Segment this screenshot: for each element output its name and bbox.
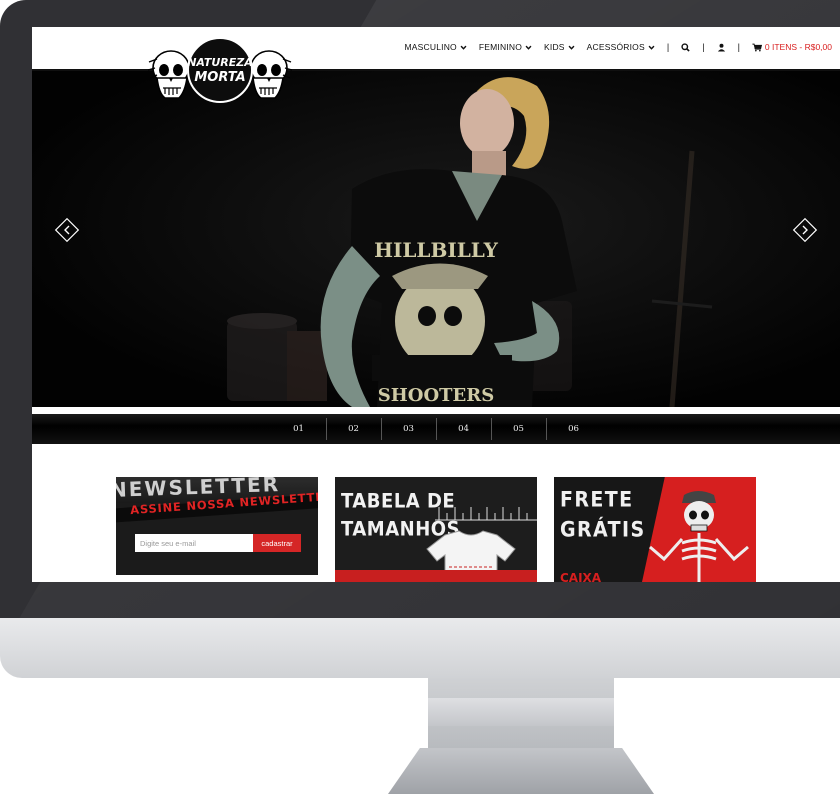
subscribe-button[interactable]: cadastrar bbox=[253, 534, 301, 552]
monitor-stand-foot bbox=[388, 748, 654, 794]
nav-label: KIDS bbox=[544, 42, 565, 52]
skeleton-icon bbox=[649, 491, 749, 582]
website-screen: MASCULINO FEMININO KIDS ACESSÓRIOS | | |… bbox=[32, 27, 840, 582]
logo-text-line1: NATUREZA bbox=[187, 56, 253, 69]
cart-summary: 0 ITENS - R$0,00 bbox=[764, 42, 832, 52]
main-nav: MASCULINO FEMININO KIDS ACESSÓRIOS | | |… bbox=[405, 27, 832, 67]
nav-divider: | bbox=[666, 42, 670, 52]
slider-prev-arrow-icon[interactable] bbox=[54, 217, 80, 243]
user-icon[interactable] bbox=[717, 43, 726, 52]
size-chart-banner[interactable]: TABELA DE TAMANHOS bbox=[335, 477, 537, 582]
nav-label: ACESSÓRIOS bbox=[586, 42, 645, 52]
nav-label: FEMININO bbox=[478, 42, 523, 52]
skull-right-icon bbox=[250, 50, 293, 99]
search-icon[interactable] bbox=[681, 42, 690, 52]
slider-page-4[interactable]: 04 bbox=[437, 418, 492, 440]
slider-next-arrow-icon[interactable] bbox=[792, 217, 818, 243]
nav-label: MASCULINO bbox=[404, 42, 457, 52]
slider-page-2[interactable]: 02 bbox=[327, 418, 382, 440]
chevron-down-icon bbox=[568, 45, 575, 50]
skull-left-icon bbox=[147, 50, 190, 99]
slider-pagination: 01 02 03 04 05 06 bbox=[32, 414, 840, 444]
cart-icon bbox=[752, 43, 762, 51]
chevron-down-icon bbox=[525, 45, 532, 50]
brand-logo[interactable]: NATUREZA MORTA bbox=[145, 32, 295, 110]
newsletter-banner: NEWSLETTER ASSINE NOSSA NEWSLETTER cadas… bbox=[116, 477, 318, 575]
slider-page-6[interactable]: 06 bbox=[547, 418, 601, 440]
nav-item-kids[interactable]: KIDS bbox=[544, 42, 575, 52]
free-shipping-subtext: CAIXA bbox=[560, 571, 602, 582]
hero-divider bbox=[32, 407, 840, 413]
shirt-graphic-text-top: HILLBILLY bbox=[374, 238, 498, 262]
slider-page-3[interactable]: 03 bbox=[382, 418, 437, 440]
slider-page-1[interactable]: 01 bbox=[272, 418, 327, 440]
newsletter-form: cadastrar bbox=[135, 534, 301, 552]
cart-link[interactable]: 0 ITENS - R$0,00 bbox=[752, 42, 832, 52]
slider-page-5[interactable]: 05 bbox=[492, 418, 547, 440]
ruler-icon bbox=[435, 507, 537, 521]
free-shipping-line2: GRÁTIS bbox=[560, 517, 646, 543]
monitor-chin bbox=[0, 618, 840, 678]
hero-slider[interactable]: HILLBILLY SHOOTERS bbox=[32, 71, 840, 407]
hero-image: HILLBILLY SHOOTERS bbox=[32, 71, 840, 407]
free-shipping-line1: FRETE bbox=[560, 487, 634, 513]
monitor-frame: MASCULINO FEMININO KIDS ACESSÓRIOS | | |… bbox=[0, 0, 840, 794]
nav-divider: | bbox=[702, 42, 705, 52]
shirt-graphic-text-bottom: SHOOTERS bbox=[378, 385, 494, 406]
nav-divider: | bbox=[737, 42, 740, 52]
monitor-stand-neck bbox=[428, 678, 614, 760]
logo-text-line2: MORTA bbox=[194, 70, 245, 85]
size-chart-red-strip bbox=[335, 570, 537, 582]
nav-item-feminino[interactable]: FEMININO bbox=[479, 42, 532, 52]
nav-item-acessorios[interactable]: ACESSÓRIOS bbox=[587, 42, 655, 52]
nav-item-masculino[interactable]: MASCULINO bbox=[405, 42, 467, 52]
free-shipping-banner[interactable]: FRETE GRÁTIS CAIXA bbox=[554, 477, 756, 582]
chevron-down-icon bbox=[460, 45, 467, 50]
email-field[interactable] bbox=[135, 534, 253, 552]
chevron-down-icon bbox=[648, 45, 655, 50]
